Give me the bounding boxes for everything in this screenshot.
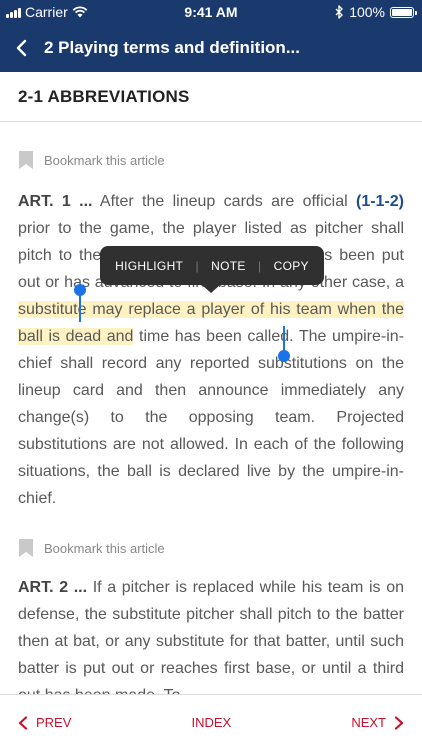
article-1-text-a: After the lineup cards are official: [92, 193, 356, 210]
nav-title: 2 Playing terms and definition...: [44, 38, 300, 57]
prev-button[interactable]: PREV: [18, 715, 71, 730]
highlight-button[interactable]: HIGHLIGHT: [109, 259, 189, 273]
article-1-text-c: time has been called. The umpire-in-chie…: [18, 328, 404, 507]
status-right: 100%: [334, 4, 417, 20]
status-bar: Carrier 9:41 AM 100%: [0, 0, 422, 24]
bookmark-label: Bookmark this article: [44, 152, 165, 168]
chevron-right-icon: [394, 715, 404, 730]
selection-start-handle[interactable]: [73, 284, 87, 324]
article-1-text[interactable]: ART. 1 ... After the lineup cards are of…: [0, 188, 422, 512]
index-label: INDEX: [191, 715, 232, 730]
battery-icon: [390, 6, 417, 18]
section-title: 2-1 ABBREVIATIONS: [18, 86, 190, 106]
bottom-bar: PREV INDEX NEXT: [0, 694, 422, 750]
bookmark-article-2[interactable]: Bookmark this article: [0, 534, 422, 562]
section-header: 2-1 ABBREVIATIONS: [0, 72, 422, 122]
bookmark-article-1[interactable]: Bookmark this article: [0, 146, 422, 174]
next-button[interactable]: NEXT: [351, 715, 404, 730]
next-label: NEXT: [351, 715, 386, 730]
bluetooth-icon: [335, 5, 343, 19]
selection-end-handle[interactable]: [277, 326, 291, 364]
battery-fill: [392, 8, 412, 16]
copy-button[interactable]: COPY: [268, 259, 315, 273]
article-2-text[interactable]: ART. 2 ... If a pitcher is replaced whil…: [0, 574, 422, 694]
article-1-label: ART. 1 ...: [18, 193, 93, 210]
nav-bar: 2 Playing terms and definition...: [0, 24, 422, 72]
bookmark-label: Bookmark this article: [44, 540, 165, 556]
note-button[interactable]: NOTE: [205, 259, 252, 273]
menu-divider: |: [195, 258, 199, 273]
menu-divider: |: [257, 258, 262, 273]
battery-percent: 100%: [349, 4, 385, 20]
prev-label: PREV: [36, 715, 72, 730]
article-2-body: If a pitcher is replaced while his team …: [18, 579, 404, 694]
index-button[interactable]: INDEX: [192, 715, 232, 730]
bookmark-icon: [19, 151, 33, 169]
chevron-left-icon: [16, 39, 27, 57]
article-1-ref-link[interactable]: (1-1-2): [356, 193, 404, 210]
article-content[interactable]: Bookmark this article ART. 1 ... After t…: [0, 122, 422, 694]
article-2-label: ART. 2 ...: [18, 579, 88, 596]
chevron-left-icon: [18, 715, 28, 730]
text-selection-menu: HIGHLIGHT | NOTE | COPY: [100, 246, 324, 293]
back-button[interactable]: [0, 24, 44, 72]
bookmark-icon: [19, 539, 33, 557]
